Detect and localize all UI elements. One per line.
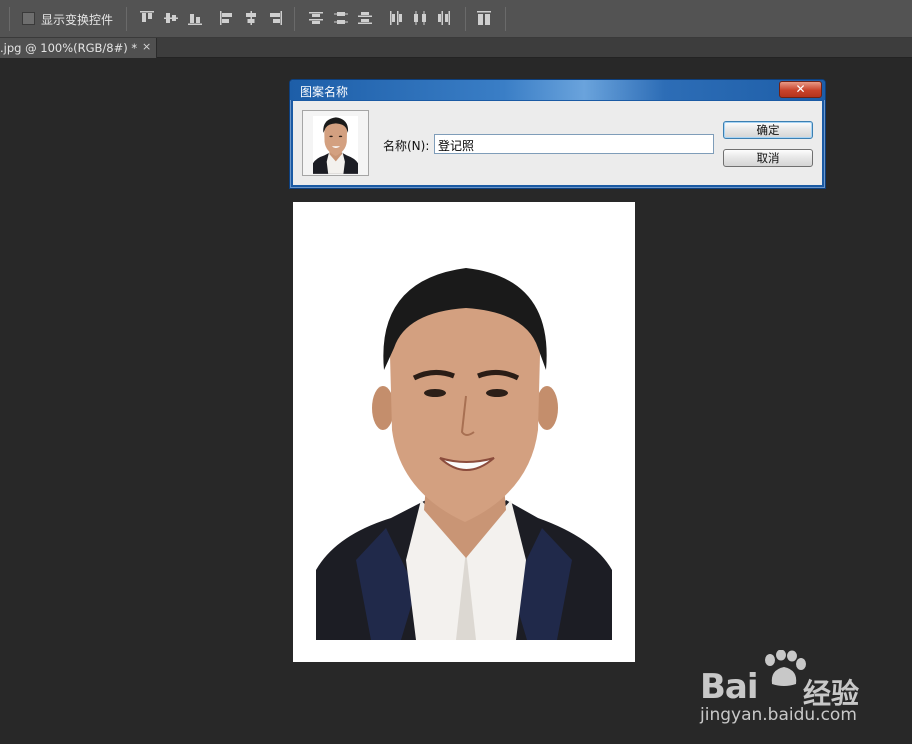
document-tab-title[interactable]: .jpg @ 100%(RGB/8#) * <box>0 41 137 55</box>
baidu-jingyan-watermark: Bai 经验 jingyan.baidu.com <box>700 650 900 730</box>
distribute-vertical-centers-icon[interactable] <box>333 10 349 26</box>
toolbar-separator <box>294 7 295 31</box>
ok-button[interactable]: 确定 <box>723 121 813 139</box>
watermark-url: jingyan.baidu.com <box>700 705 857 725</box>
toolbar-separator <box>126 7 127 31</box>
baidu-paw-icon <box>765 650 806 686</box>
portrait-photo <box>316 268 612 640</box>
show-transform-controls-label[interactable]: 显示变换控件 <box>41 11 113 28</box>
pattern-preview <box>302 110 369 176</box>
name-field-label: 名称(N): <box>383 139 430 153</box>
pattern-name-dialog: 图案名称 ✕ 名称(N): 登记照 确定 取消 <box>289 79 826 189</box>
tab-close-icon[interactable]: × <box>142 40 151 53</box>
align-left-edges-icon[interactable] <box>219 10 235 26</box>
distribute-left-edges-icon[interactable] <box>388 10 404 26</box>
dialog-close-icon[interactable]: ✕ <box>779 81 822 98</box>
align-horizontal-centers-icon[interactable] <box>243 10 259 26</box>
options-bar: 显示变换控件 <box>0 0 912 38</box>
align-right-edges-icon[interactable] <box>267 10 283 26</box>
document-tab-strip: .jpg @ 100%(RGB/8#) * × <box>0 38 912 58</box>
dialog-body: 名称(N): 登记照 确定 取消 <box>293 101 822 185</box>
dialog-titlebar[interactable]: 图案名称 ✕ <box>290 80 825 100</box>
distribute-top-edges-icon[interactable] <box>308 10 324 26</box>
document-image[interactable] <box>293 202 635 662</box>
pattern-thumbnail <box>313 116 358 174</box>
pattern-name-input[interactable]: 登记照 <box>434 134 714 154</box>
align-bottom-edges-icon[interactable] <box>187 10 203 26</box>
toolbar-separator <box>9 7 10 31</box>
distribute-bottom-edges-icon[interactable] <box>357 10 373 26</box>
toolbar-separator <box>505 7 506 31</box>
toolbar-separator <box>465 7 466 31</box>
auto-align-layers-icon[interactable] <box>476 10 492 26</box>
document-tab[interactable]: .jpg @ 100%(RGB/8#) * × <box>0 38 157 58</box>
distribute-right-edges-icon[interactable] <box>436 10 452 26</box>
show-transform-controls-checkbox[interactable] <box>22 12 35 25</box>
distribute-horizontal-centers-icon[interactable] <box>412 10 428 26</box>
pattern-thumbnail-portrait <box>313 117 358 174</box>
align-top-edges-icon[interactable] <box>139 10 155 26</box>
align-vertical-centers-icon[interactable] <box>163 10 179 26</box>
dialog-title: 图案名称 <box>300 85 349 99</box>
watermark-brand: Bai <box>700 667 759 707</box>
cancel-button[interactable]: 取消 <box>723 149 813 167</box>
